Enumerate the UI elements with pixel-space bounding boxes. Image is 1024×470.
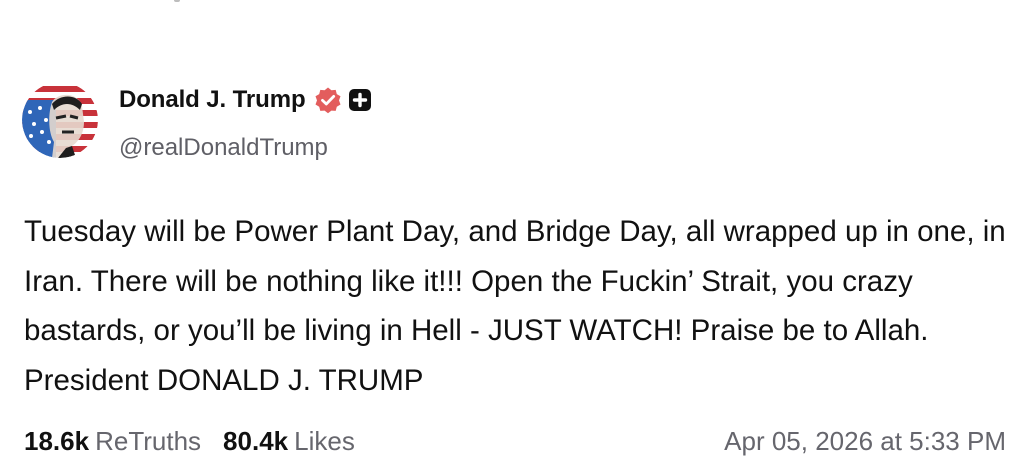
likes-count: 80.4k <box>223 425 289 456</box>
name-row: Donald J. Trump <box>119 85 371 115</box>
post-footer: 18.6k ReTruths 80.4k Likes Apr 05, 2026 … <box>24 423 1006 459</box>
avatar[interactable] <box>22 82 98 158</box>
likes-stat[interactable]: 80.4k Likes <box>223 426 355 457</box>
retruths-label: ReTruths <box>95 425 202 456</box>
retruths-stat[interactable]: 18.6k ReTruths <box>24 426 201 457</box>
truth-post-card: Donald J. Trump @realDonaldTrump Tuesday… <box>0 0 1024 470</box>
previous-content-fragment <box>174 0 180 2</box>
avatar-flag-portrait-icon <box>22 82 98 158</box>
author-display-name[interactable]: Donald J. Trump <box>119 86 306 114</box>
retruths-count: 18.6k <box>24 425 90 456</box>
author-handle[interactable]: @realDonaldTrump <box>119 134 371 162</box>
plus-badge-icon <box>348 89 371 111</box>
post-body-text: Tuesday will be Power Plant Day, and Bri… <box>24 215 1006 397</box>
likes-label: Likes <box>294 425 355 456</box>
verified-badge-icon <box>314 86 342 114</box>
author-meta: Donald J. Trump @realDonaldTrump <box>119 82 371 162</box>
post-header: Donald J. Trump @realDonaldTrump <box>22 82 371 162</box>
post-timestamp[interactable]: Apr 05, 2026 at 5:33 PM <box>724 426 1006 457</box>
